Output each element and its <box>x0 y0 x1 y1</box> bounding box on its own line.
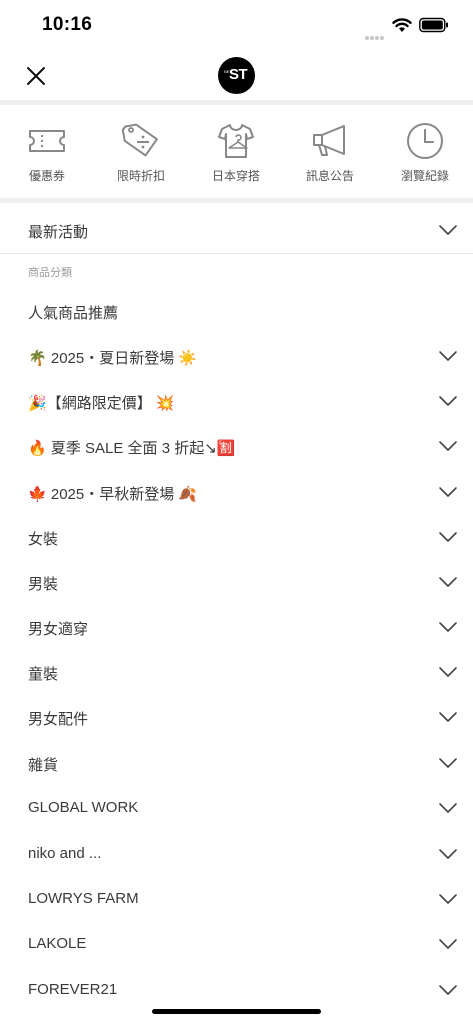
section-label: 商品分類 <box>28 267 72 279</box>
menu-item-label: 男裝 <box>28 576 59 593</box>
divider <box>0 198 473 203</box>
menu-item-niko-and[interactable]: niko and ... <box>0 832 473 877</box>
chevron-down-icon <box>439 758 457 768</box>
menu-item-label: 🎉【網路限定價】 💥 <box>28 394 175 412</box>
menu-item-forever21[interactable]: FOREVER21 <box>0 968 473 1013</box>
quick-nav-label: 優惠券 <box>28 169 65 183</box>
chevron-down-icon <box>439 396 457 406</box>
quick-nav-flash-sale[interactable]: 限時折扣 <box>101 105 181 198</box>
chevron-down-icon <box>439 894 457 904</box>
menu-item-label: 男女配件 <box>28 711 89 728</box>
quick-nav-label: 訊息公告 <box>305 169 354 183</box>
chevron-down-icon <box>439 939 457 949</box>
divider <box>0 253 473 254</box>
signal-icon <box>365 27 385 40</box>
menu-item-goods[interactable]: 雜貨 <box>0 741 473 786</box>
menu-item-women[interactable]: 女裝 <box>0 515 473 560</box>
chevron-down-icon <box>439 441 457 451</box>
logo-text: ST <box>229 66 248 83</box>
home-indicator[interactable] <box>152 1009 321 1014</box>
menu-item-label: niko and ... <box>28 845 102 862</box>
menu-item-label: 🌴 2025・夏日新登場 ☀️ <box>28 349 198 367</box>
menu-item-label: 最新活動 <box>28 224 89 241</box>
menu-item-category[interactable]: 🌴 2025・夏日新登場 ☀️ <box>0 334 473 379</box>
close-icon[interactable] <box>22 62 50 90</box>
menu-item-label: 男女適穿 <box>28 621 89 638</box>
clock-icon <box>407 123 443 159</box>
megaphone-icon <box>313 125 345 156</box>
menu-item-kids[interactable]: 童裝 <box>0 650 473 695</box>
quick-nav: 優惠券 限時折扣 日本穿搭 訊息公告 瀏覽紀錄 <box>0 105 473 198</box>
chevron-down-icon <box>439 849 457 859</box>
menu-item-global-work[interactable]: GLOBAL WORK <box>0 786 473 831</box>
battery-icon <box>419 17 448 33</box>
menu-item-men[interactable]: 男裝 <box>0 560 473 605</box>
menu-item-label: 女裝 <box>28 531 59 548</box>
menu-item-unisex[interactable]: 男女適穿 <box>0 605 473 650</box>
shirt-hanger-icon <box>218 124 254 158</box>
quick-nav-history[interactable]: 瀏覽紀錄 <box>385 105 465 198</box>
quick-nav-coupons[interactable]: 優惠券 <box>7 105 87 198</box>
menu-item-label: GLOBAL WORK <box>28 799 139 816</box>
quick-nav-japan-style[interactable]: 日本穿搭 <box>196 105 276 198</box>
quick-nav-announcements[interactable]: 訊息公告 <box>290 105 370 198</box>
menu-item-label: 雜貨 <box>28 757 59 774</box>
menu-item-label: 🍁 2025・早秋新登場 🍂 <box>28 485 198 503</box>
menu-item-label: LOWRYS FARM <box>28 890 139 907</box>
menu-item-latest[interactable]: 最新活動 <box>0 208 473 254</box>
menu-item-label: LAKOLE <box>28 935 87 952</box>
menu-item-label: 人氣商品推薦 <box>28 305 119 322</box>
menu-item-accessories[interactable]: 男女配件 <box>0 695 473 740</box>
chevron-down-icon <box>439 985 457 995</box>
chevron-down-icon <box>439 577 457 587</box>
logo-small-text: NET <box>224 69 232 74</box>
wifi-icon <box>392 18 412 32</box>
menu-item-label: FOREVER21 <box>28 981 118 998</box>
menu-item-category[interactable]: 🔥 夏季 SALE 全面 3 折起↘🈹 <box>0 424 473 469</box>
chevron-down-icon <box>439 667 457 677</box>
chevron-down-icon <box>439 803 457 813</box>
chevron-down-icon <box>439 351 457 361</box>
brand-logo[interactable]: NET ST <box>218 57 255 94</box>
menu-item-label: 🔥 夏季 SALE 全面 3 折起↘🈹 <box>28 439 236 457</box>
menu-item-label: 童裝 <box>28 666 59 683</box>
menu-item-category[interactable]: 🎉【網路限定價】 💥 <box>0 379 473 424</box>
menu-item-lakole[interactable]: LAKOLE <box>0 922 473 967</box>
ticket-icon <box>29 130 65 152</box>
menu-item-recommended[interactable]: 人氣商品推薦 <box>0 289 473 334</box>
quick-nav-label: 日本穿搭 <box>211 169 260 183</box>
menu-item-category[interactable]: 🍁 2025・早秋新登場 🍂 <box>0 470 473 515</box>
chevron-down-icon <box>439 622 457 632</box>
chevron-down-icon <box>439 225 457 235</box>
chevron-down-icon <box>439 712 457 722</box>
header: NET ST <box>0 50 473 100</box>
status-bar: 10:16 <box>0 0 473 50</box>
status-time: 10:16 <box>42 14 93 35</box>
chevron-down-icon <box>439 487 457 497</box>
menu-item-lowrys-farm[interactable]: LOWRYS FARM <box>0 877 473 922</box>
chevron-down-icon <box>439 532 457 542</box>
quick-nav-label: 瀏覽紀錄 <box>400 169 449 183</box>
discount-tag-icon <box>121 123 158 157</box>
quick-nav-label: 限時折扣 <box>116 169 165 183</box>
